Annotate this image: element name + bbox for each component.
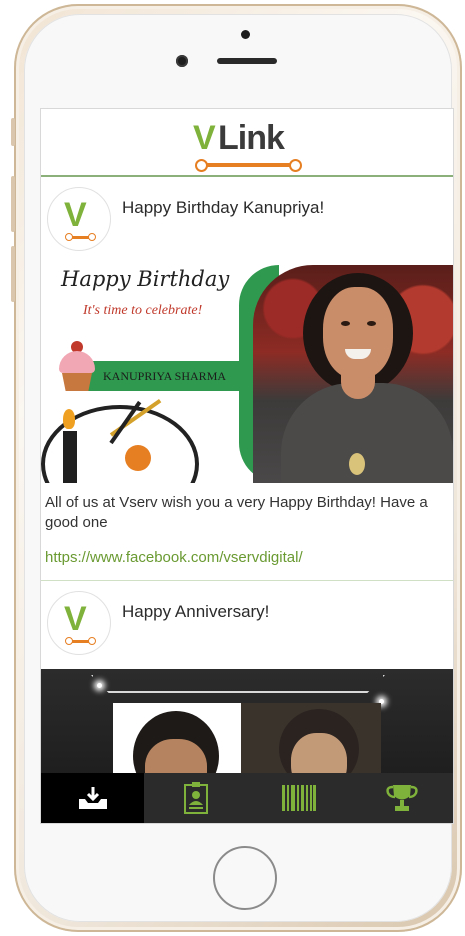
post-avatar: V bbox=[47, 591, 111, 655]
banner-frame bbox=[91, 675, 385, 693]
avatar-logo-line bbox=[70, 236, 90, 239]
clock-center bbox=[125, 445, 151, 471]
birthday-name: KANUPRIYA SHARMA bbox=[103, 369, 227, 383]
post-link[interactable]: https://www.facebook.com/vservdigital/ bbox=[41, 533, 453, 580]
tab-scan[interactable] bbox=[247, 773, 350, 823]
post-message: All of us at Vserv wish you a very Happy… bbox=[45, 494, 428, 531]
photo-shirt bbox=[281, 383, 453, 483]
logo-link: Link bbox=[218, 119, 285, 157]
candle-icon bbox=[63, 431, 77, 483]
photo-pendant bbox=[349, 453, 365, 475]
tab-rewards[interactable] bbox=[350, 773, 453, 823]
avatar-logo-line bbox=[70, 640, 90, 643]
avatar-ring-left bbox=[65, 637, 73, 645]
post-title: Happy Birthday Kanupriya! bbox=[122, 198, 325, 217]
avatar-logo-v: V bbox=[64, 196, 87, 234]
avatar-ring-right bbox=[88, 233, 96, 241]
mute-switch bbox=[11, 118, 15, 146]
avatar-ring-left bbox=[65, 233, 73, 241]
home-button[interactable] bbox=[213, 846, 277, 910]
birthday-subheading: It's time to celebrate! bbox=[83, 303, 203, 318]
app-header: V Link bbox=[41, 109, 453, 177]
logo-v: V bbox=[193, 119, 216, 157]
app-screen: V Link V Happy Birthday Kanupriya! Happy… bbox=[40, 108, 454, 824]
inbox-download-icon bbox=[78, 787, 107, 809]
birthday-heading: Happy Birthday bbox=[61, 267, 230, 291]
birthday-image[interactable]: Happy Birthday It's time to celebrate! K… bbox=[41, 265, 453, 483]
volume-down-button bbox=[11, 246, 15, 302]
trophy-icon bbox=[385, 785, 418, 811]
proximity-sensor bbox=[241, 30, 250, 39]
logo-underline bbox=[201, 163, 291, 167]
post-header: V Happy Anniversary! bbox=[41, 581, 453, 669]
tab-inbox[interactable] bbox=[41, 773, 144, 823]
post-avatar: V bbox=[47, 187, 111, 251]
earpiece-speaker bbox=[217, 58, 277, 64]
sparkle bbox=[97, 683, 102, 688]
post-header: V Happy Birthday Kanupriya! bbox=[41, 177, 453, 265]
front-camera bbox=[176, 55, 188, 67]
photo-face bbox=[323, 287, 393, 379]
contact-card-icon bbox=[183, 782, 208, 814]
avatar-ring-right bbox=[88, 637, 96, 645]
photo-eye bbox=[367, 321, 376, 326]
cupcake-base bbox=[62, 373, 92, 391]
avatar-logo-v: V bbox=[64, 600, 87, 638]
bottom-tab-bar bbox=[41, 773, 453, 823]
feed-post-birthday[interactable]: V Happy Birthday Kanupriya! Happy Birthd… bbox=[41, 177, 453, 581]
volume-up-button bbox=[11, 176, 15, 232]
vlink-logo: V Link bbox=[193, 119, 303, 172]
logo-ring-left bbox=[195, 159, 208, 172]
candle-flame-icon bbox=[63, 409, 75, 429]
logo-ring-right bbox=[289, 159, 302, 172]
tab-directory[interactable] bbox=[144, 773, 247, 823]
barcode-icon bbox=[281, 785, 316, 811]
post-title: Happy Anniversary! bbox=[122, 602, 270, 621]
photo-eye bbox=[341, 321, 350, 326]
